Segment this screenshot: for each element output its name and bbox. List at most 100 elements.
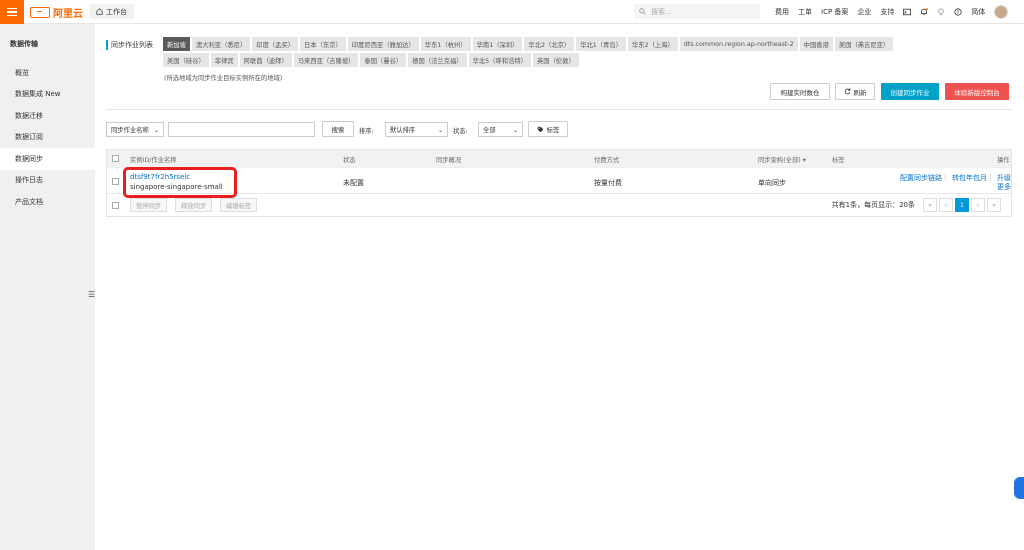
search-button[interactable]: 搜索: [322, 121, 354, 137]
convert-subscription-link[interactable]: 转包年包月: [952, 173, 987, 183]
workbench-label: 工作台: [106, 7, 127, 16]
region-tab[interactable]: 华东1（杭州）: [420, 37, 471, 51]
sidebar-title: 数据传输: [10, 40, 38, 48]
region-tab[interactable]: 华东2（上海）: [627, 37, 678, 51]
nav-fee[interactable]: 费用: [775, 7, 789, 17]
region-tab[interactable]: 华北2（北京）: [524, 37, 575, 51]
caret-down-icon: ▾: [802, 157, 806, 164]
nav-ticket[interactable]: 工单: [798, 7, 812, 17]
region-tab[interactable]: 日本（东京）: [300, 37, 346, 51]
sidebar-item-sync[interactable]: 数据同步: [0, 148, 95, 170]
region-tab[interactable]: 华北1（青岛）: [576, 37, 626, 51]
edit-tags-button[interactable]: 编辑标签: [220, 198, 258, 212]
status-select[interactable]: 全部 ⌄: [478, 122, 523, 137]
header-arch-label: 同步架构(全部): [758, 157, 801, 164]
highlight-annotation-box: [123, 167, 237, 198]
region-tab[interactable]: 德国（法兰克福）: [408, 53, 467, 67]
search-icon: [639, 8, 646, 15]
more-link[interactable]: 更多: [997, 182, 1011, 192]
language-switch[interactable]: 简体: [971, 7, 985, 17]
nav-support[interactable]: 支持: [880, 7, 894, 17]
region-tab[interactable]: 印度尼西亚（雅加达）: [347, 37, 419, 51]
op-separator: |: [944, 173, 947, 181]
region-tab[interactable]: 中国香港: [799, 37, 833, 51]
new-console-button[interactable]: 体验新版控制台: [945, 83, 1009, 100]
pagination-summary: 共有1条，每页显示：20条: [831, 201, 915, 209]
nav-icp[interactable]: ICP 备案: [821, 7, 848, 17]
sidebar-item-integration[interactable]: 数据集成 New: [0, 84, 95, 106]
avatar[interactable]: [994, 4, 1009, 19]
sidebar-collapse-icon[interactable]: ☰: [88, 290, 95, 300]
refresh-button[interactable]: 刷新: [835, 83, 875, 100]
region-tab[interactable]: 新加坡: [163, 37, 190, 51]
sidebar-item-overview[interactable]: 概览: [0, 62, 95, 84]
header-billing: 付费方式: [594, 157, 620, 164]
row-checkbox[interactable]: [112, 178, 119, 185]
region-tabs: 新加坡 澳大利亚（悉尼） 印度（孟买） 日本（东京） 印度尼西亚（雅加达） 华东1（杭州）…: [163, 37, 923, 67]
table-footer: 暂停同步 释放同步 编辑标签 共有1条，每页显示：20条 « ‹ 1 › »: [107, 193, 1011, 216]
sidebar-items: 概览 数据集成 New 数据迁移 数据订阅 数据同步 操作日志 产品文档: [0, 62, 95, 213]
first-page-icon[interactable]: «: [923, 198, 937, 212]
lightbulb-icon[interactable]: [937, 7, 945, 16]
configure-sync-link[interactable]: 配置同步链路: [900, 173, 942, 183]
region-tab[interactable]: 马来西亚（吉隆坡）: [293, 53, 359, 67]
op-separator: |: [989, 173, 992, 181]
table-header: 实例ID/作业名称 状态 同步概况 付费方式 同步架构(全部) ▾ 标签 操作: [107, 150, 1011, 167]
chevron-down-icon: ⌄: [512, 127, 518, 134]
prev-page-icon[interactable]: ‹: [939, 198, 953, 212]
region-tab[interactable]: 阿联酋（迪拜）: [239, 53, 292, 67]
region-tab[interactable]: 英国（伦敦）: [532, 53, 579, 67]
build-realtime-warehouse-button[interactable]: 构建实时数仓: [770, 83, 830, 100]
section-header: 同步作业列表: [106, 40, 153, 50]
header-tags: 标签: [832, 157, 845, 164]
workbench-button[interactable]: 工作台: [89, 4, 134, 19]
nav-enterprise[interactable]: 企业: [857, 7, 871, 17]
tag-label: 标签: [546, 126, 560, 134]
bell-icon[interactable]: [920, 7, 929, 16]
sort-select[interactable]: 默认排序 ⌄: [385, 122, 448, 137]
header-arch[interactable]: 同步架构(全部) ▾: [758, 155, 806, 164]
next-page-icon[interactable]: ›: [971, 198, 985, 212]
sidebar-item-subscription[interactable]: 数据订阅: [0, 127, 95, 149]
sidebar-item-docs[interactable]: 产品文档: [0, 191, 95, 213]
select-all-checkbox[interactable]: [112, 155, 119, 162]
job-search-input[interactable]: [168, 122, 315, 137]
aliyun-logo-mark: [30, 6, 50, 18]
tag-button[interactable]: 标签: [528, 121, 568, 137]
search-placeholder: 搜索...: [651, 7, 672, 16]
terminal-icon[interactable]: [903, 8, 912, 16]
create-sync-job-button[interactable]: 创建同步作业: [881, 83, 939, 100]
region-tab[interactable]: 菲律宾: [210, 53, 238, 67]
sync-job-table: 实例ID/作业名称 状态 同步概况 付费方式 同步架构(全部) ▾ 标签 操作 …: [106, 149, 1012, 217]
floating-help-button[interactable]: [1014, 477, 1024, 499]
search-field-select[interactable]: 同步作业名称 ⌄: [106, 122, 164, 137]
region-tab[interactable]: 美国（弗吉尼亚）: [834, 37, 894, 51]
search-field-value: 同步作业名称: [111, 127, 149, 134]
sidebar-item-migration[interactable]: 数据迁移: [0, 105, 95, 127]
region-tab[interactable]: 印度（孟买）: [252, 37, 299, 51]
header-id-name: 实例ID/作业名称: [130, 157, 177, 164]
status-value: 全部: [483, 127, 496, 134]
release-sync-button[interactable]: 释放同步: [175, 198, 213, 212]
footer-checkbox[interactable]: [112, 202, 119, 209]
pause-sync-button[interactable]: 暂停同步: [130, 198, 168, 212]
region-tab[interactable]: 澳大利亚（悉尼）: [191, 37, 251, 51]
header-status: 状态: [343, 157, 356, 164]
region-tab[interactable]: dts.common.region.ap-northeast-2: [679, 37, 798, 51]
sidebar-item-logs[interactable]: 操作日志: [0, 170, 95, 192]
last-page-icon[interactable]: »: [987, 198, 1001, 212]
region-tab[interactable]: 华北5（呼和浩特）: [468, 53, 531, 67]
aliyun-logo[interactable]: 阿里云: [30, 5, 83, 20]
section-accent-bar: [106, 40, 108, 50]
region-tab[interactable]: 泰国（曼谷）: [360, 53, 407, 67]
page-button[interactable]: 1: [955, 198, 969, 212]
region-tab[interactable]: 美国（硅谷）: [163, 53, 209, 67]
header-overview: 同步概况: [436, 157, 462, 164]
search-input[interactable]: 搜索...: [634, 4, 760, 19]
main-content: 同步作业列表 新加坡 澳大利亚（悉尼） 印度（孟买） 日本（东京） 印度尼西亚（雅加达）…: [95, 24, 1024, 550]
region-tab[interactable]: 华南1（深圳）: [472, 37, 523, 51]
billing-text: 按量付费: [594, 179, 622, 187]
help-icon[interactable]: ?: [954, 7, 963, 16]
menu-icon[interactable]: [0, 0, 24, 24]
header-ops: 操作: [997, 157, 1010, 164]
